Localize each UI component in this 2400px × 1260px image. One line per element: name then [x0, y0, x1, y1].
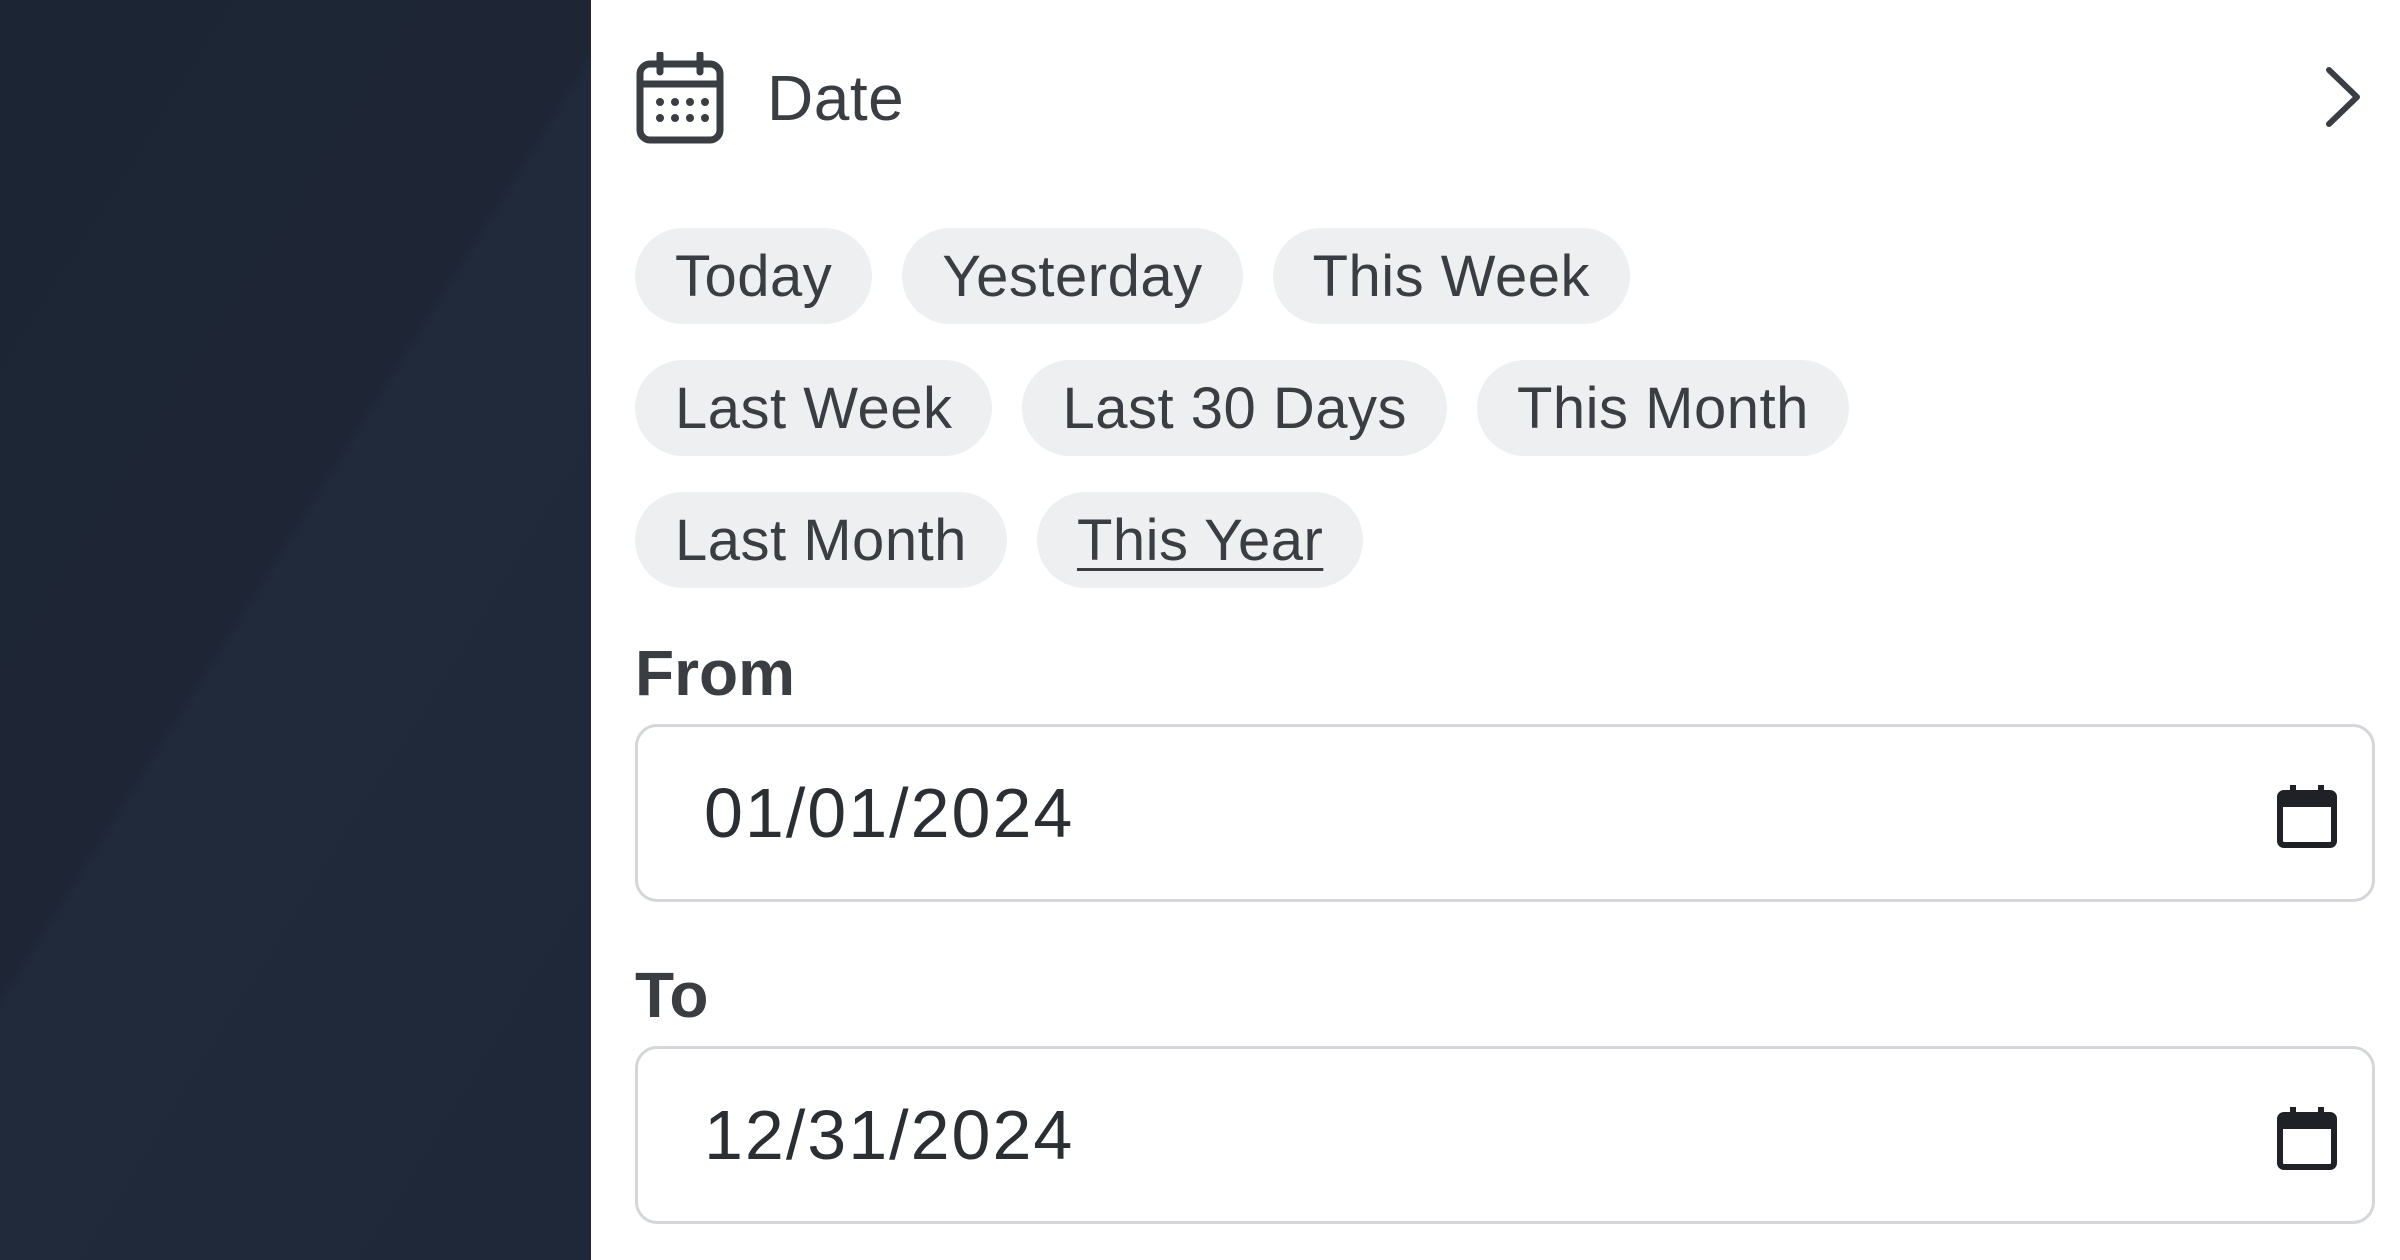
preset-chip-this-month[interactable]: This Month [1476, 360, 1849, 456]
date-preset-chips: Today Yesterday This Week Last Week Last… [635, 228, 2395, 624]
background-overlay [0, 0, 591, 1260]
calendar-icon [636, 52, 724, 144]
preset-chip-last-month[interactable]: Last Month [635, 492, 1007, 588]
chevron-right-icon[interactable] [2317, 62, 2367, 132]
date-filter-panel: Date Today Yesterday This Week Last Week… [591, 0, 2400, 1260]
preset-chip-this-week[interactable]: This Week [1272, 228, 1631, 324]
preset-row: Last Month This Year [635, 492, 2395, 588]
preset-chip-yesterday[interactable]: Yesterday [902, 228, 1243, 324]
date-filter-header[interactable]: Date [635, 48, 2367, 148]
preset-chip-today[interactable]: Today [635, 228, 873, 324]
preset-row: Last Week Last 30 Days This Month [635, 360, 2395, 456]
to-label: To [635, 959, 709, 1031]
calendar-picker-icon[interactable] [2274, 1103, 2340, 1173]
preset-chip-last-week[interactable]: Last Week [635, 360, 993, 456]
preset-chip-this-year[interactable]: This Year [1036, 492, 1364, 588]
from-label: From [635, 637, 795, 709]
to-date-input[interactable]: 12/31/2024 [635, 1046, 2375, 1224]
from-date-value: 01/01/2024 [704, 774, 1075, 852]
to-date-value: 12/31/2024 [704, 1096, 1075, 1174]
date-filter-title: Date [767, 62, 905, 134]
preset-chip-last-30-days[interactable]: Last 30 Days [1022, 360, 1447, 456]
calendar-picker-icon[interactable] [2274, 781, 2340, 851]
preset-row: Today Yesterday This Week [635, 228, 2395, 324]
from-date-input[interactable]: 01/01/2024 [635, 724, 2375, 902]
